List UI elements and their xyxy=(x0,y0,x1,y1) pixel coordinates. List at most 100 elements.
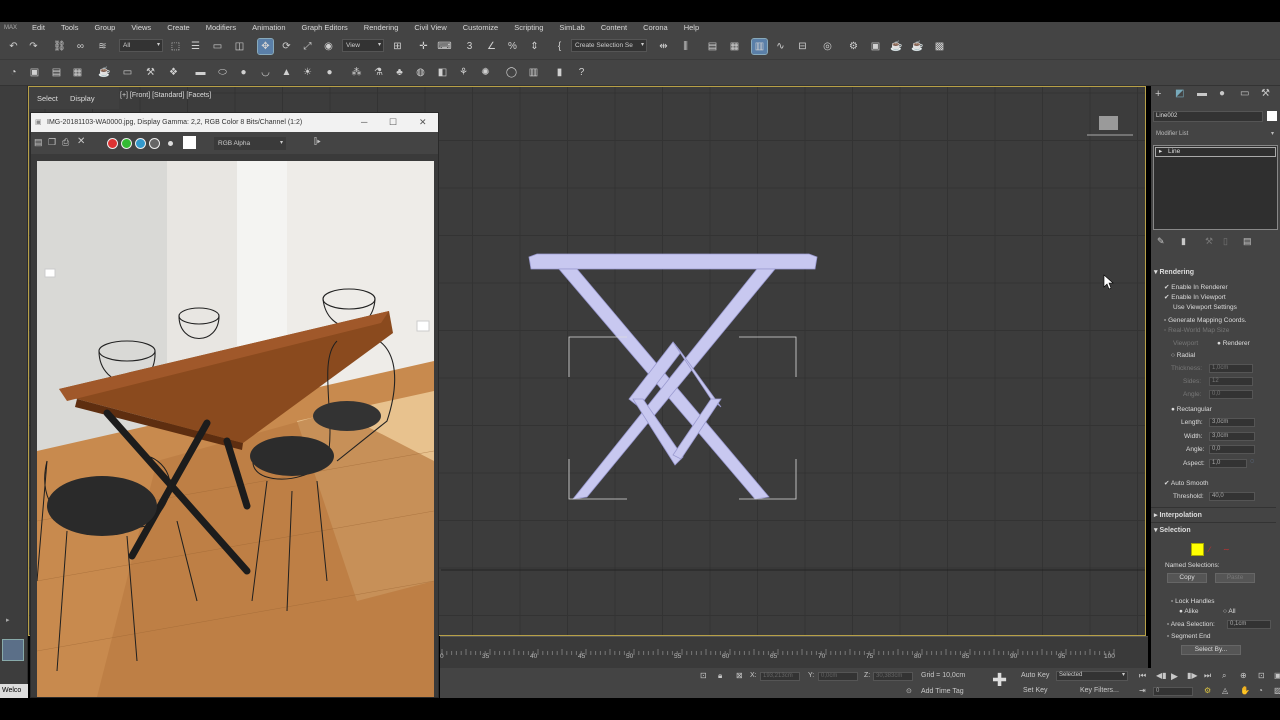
configure-sets-icon[interactable]: ▤ xyxy=(1243,236,1252,247)
interpolation-rollout-header[interactable]: ▸ Interpolation xyxy=(1154,511,1272,519)
tab-display[interactable]: Display xyxy=(70,94,95,103)
move-icon[interactable]: ✥ xyxy=(257,38,274,55)
reference-coordinate-dropdown[interactable]: View ▾ xyxy=(342,39,384,52)
curve-editor-icon[interactable]: ∿ xyxy=(773,39,788,54)
proxy-icon[interactable]: ⚗ xyxy=(371,65,386,80)
zoom-all-icon[interactable]: ⊕ xyxy=(1240,671,1247,680)
auto-smooth-checkbox[interactable]: ✔ Auto Smooth xyxy=(1164,479,1208,487)
menu-modifiers[interactable]: Modifiers xyxy=(198,22,244,34)
menu-views[interactable]: Views xyxy=(123,22,159,34)
select-object-icon[interactable]: ⬚ xyxy=(168,39,183,54)
area-selection-checkbox[interactable]: ▫ Area Selection: xyxy=(1167,621,1215,628)
zoom-extents-icon[interactable]: ⊡ xyxy=(1258,671,1265,680)
texture-icon[interactable]: ✺ xyxy=(478,65,493,80)
previous-frame-icon[interactable]: ◀▮ xyxy=(1156,671,1167,680)
zoom-extents-all-icon[interactable]: ▣ xyxy=(1274,671,1280,680)
key-mode-dropdown[interactable]: Selected ▾ xyxy=(1056,671,1128,681)
copy-image-icon[interactable]: ❐ xyxy=(48,137,56,148)
pivot-center-icon[interactable]: ⊞ xyxy=(390,39,405,54)
object-name-field[interactable]: Line002 xyxy=(1153,111,1263,122)
radial-radio[interactable]: ○ Radial xyxy=(1171,352,1195,359)
spinner-snap-icon[interactable]: ⇕ xyxy=(527,39,542,54)
rectangular-radio[interactable]: ● Rectangular xyxy=(1171,406,1212,413)
toggle-ribbon-icon[interactable]: ▦ xyxy=(727,39,742,54)
pin-stack-icon[interactable]: ✎ xyxy=(1157,236,1165,247)
selection-lock-icon[interactable]: 🔒︎ xyxy=(718,671,722,681)
sun-light-icon[interactable]: ☀ xyxy=(300,65,315,80)
spline-mode-icon[interactable]: ∼ xyxy=(1223,545,1230,554)
aspect-spinner[interactable]: 1,0 xyxy=(1209,459,1247,468)
menu-tools[interactable]: Tools xyxy=(53,22,87,34)
y-coord-field[interactable]: 0,0cm xyxy=(818,672,858,681)
sides-spinner[interactable]: 12 xyxy=(1209,377,1253,386)
save-image-icon[interactable]: ▤ xyxy=(34,137,43,148)
menu-create[interactable]: Create xyxy=(159,22,198,34)
radial-angle-spinner[interactable]: 0,0 xyxy=(1209,390,1253,399)
unlink-icon[interactable]: ∞ xyxy=(73,39,88,54)
menu-rendering[interactable]: Rendering xyxy=(356,22,407,34)
generate-mapping-checkbox[interactable]: ▫ Generate Mapping Coords. xyxy=(1164,317,1247,324)
clear-icon[interactable]: ✕ xyxy=(77,136,85,147)
undo-icon[interactable]: ↶ xyxy=(6,39,21,54)
snaps-toggle-icon[interactable]: 3 xyxy=(462,39,477,54)
make-unique-icon[interactable]: ⚒ xyxy=(1205,236,1213,247)
add-time-tag-button[interactable]: Add Time Tag xyxy=(921,688,964,695)
motion-tab-icon[interactable]: ● xyxy=(1219,88,1225,99)
next-frame-icon[interactable]: ▮▶ xyxy=(1187,671,1198,680)
select-by-button[interactable]: Select By... xyxy=(1181,645,1241,655)
go-to-end-icon[interactable]: ⏭ xyxy=(1204,671,1211,681)
render-window-icon[interactable]: ▣ xyxy=(27,65,42,80)
expand-arrow-icon[interactable]: ▸ xyxy=(6,616,10,624)
set-key-button[interactable]: Set Key xyxy=(1023,687,1048,694)
tab-select[interactable]: Select xyxy=(37,94,58,103)
viewport-layout-icon[interactable] xyxy=(2,639,24,661)
image-viewer-window[interactable]: ▣ IMG-20181103-WA0000.jpg, Display Gamma… xyxy=(30,112,439,698)
auto-key-button[interactable]: Auto Key xyxy=(1021,672,1049,679)
material-editor-icon[interactable]: ◎ xyxy=(820,39,835,54)
menu-animation[interactable]: Animation xyxy=(244,22,293,34)
z-coord-field[interactable]: 30,383cm xyxy=(873,672,913,681)
material-icon[interactable]: ◧ xyxy=(435,65,450,80)
channel-dropdown[interactable]: RGB Alpha ▾ xyxy=(214,137,286,150)
rectangular-selection-icon[interactable]: ▭ xyxy=(210,39,225,54)
bind-space-warp-icon[interactable]: ≋ xyxy=(95,39,110,54)
current-frame-field[interactable]: 0 xyxy=(1153,687,1193,696)
viewport-label[interactable]: [+] [Front] [Standard] [Facets] xyxy=(120,92,211,99)
play-icon[interactable]: ▶ xyxy=(1171,671,1178,682)
key-filters-button[interactable]: Key Filters... xyxy=(1080,687,1119,694)
rotate-icon[interactable]: ⟳ xyxy=(279,39,294,54)
real-world-map-checkbox[interactable]: ▫ Real-World Map Size xyxy=(1164,327,1229,334)
length-spinner[interactable]: 3,0cm xyxy=(1209,418,1255,427)
area-selection-spinner[interactable]: 0,1cm xyxy=(1227,620,1271,629)
scatter-icon[interactable]: ⁂ xyxy=(349,65,364,80)
menu-content[interactable]: Content xyxy=(593,22,635,34)
lock-handles-checkbox[interactable]: ▫ Lock Handles xyxy=(1171,598,1215,605)
menu-simlab[interactable]: SimLab xyxy=(551,22,592,34)
menu-help[interactable]: Help xyxy=(676,22,707,34)
zoom-icon[interactable]: ⌕ xyxy=(1222,671,1226,681)
select-by-name-icon[interactable]: ☰ xyxy=(188,39,203,54)
blue-channel-icon[interactable] xyxy=(135,138,146,149)
rect-angle-spinner[interactable]: 0,0 xyxy=(1209,445,1255,454)
alike-radio[interactable]: ● Alike xyxy=(1179,608,1198,615)
close-icon[interactable]: ✕ xyxy=(419,113,427,132)
align-icon[interactable]: ⫼ xyxy=(678,39,693,54)
percent-snap-icon[interactable]: % xyxy=(505,39,520,54)
threshold-spinner[interactable]: 40,0 xyxy=(1209,492,1255,501)
window-crossing-icon[interactable]: ◫ xyxy=(232,39,247,54)
object-paint-icon[interactable]: ♣ xyxy=(392,65,407,80)
scene-explorer-icon[interactable]: ▥ xyxy=(751,38,768,55)
render-iterative-icon[interactable]: ☕ xyxy=(910,39,925,54)
maxscript-listener-field[interactable]: Welco xyxy=(0,684,28,698)
minimize-icon[interactable]: ─ xyxy=(361,113,367,132)
red-channel-icon[interactable] xyxy=(107,138,118,149)
box-primitive-icon[interactable]: ▬ xyxy=(193,65,208,80)
split-compare-icon[interactable]: ⫿▸ xyxy=(314,136,321,147)
redo-icon[interactable]: ↷ xyxy=(26,39,41,54)
viewport-radio[interactable]: Viewport xyxy=(1173,340,1198,347)
field-of-view-icon[interactable]: ◬ xyxy=(1222,686,1228,695)
hierarchy-tab-icon[interactable]: ▬ xyxy=(1197,88,1207,99)
menu-civil-view[interactable]: Civil View xyxy=(406,22,454,34)
segment-end-checkbox[interactable]: ▫ Segment End xyxy=(1167,633,1211,640)
menu-graph-editors[interactable]: Graph Editors xyxy=(294,22,356,34)
